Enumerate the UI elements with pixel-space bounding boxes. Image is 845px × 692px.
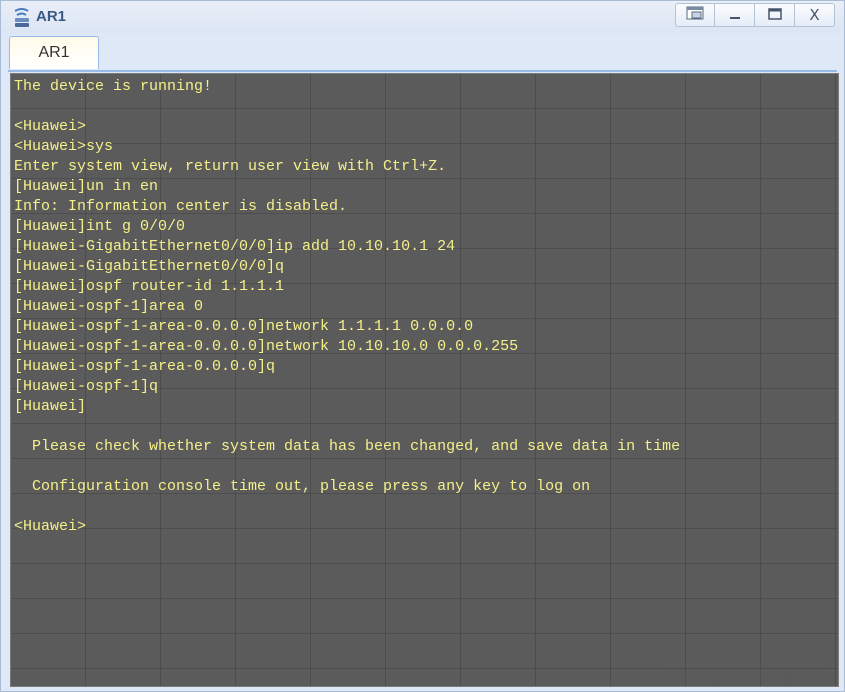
tab-ar1[interactable]: AR1 bbox=[9, 36, 99, 69]
title-bar[interactable]: AR1 X bbox=[1, 1, 844, 33]
terminal-line: [Huawei-GigabitEthernet0/0/0]q bbox=[14, 258, 285, 275]
terminal-line: [Huawei-ospf-1]area 0 bbox=[14, 298, 204, 315]
minimize-icon bbox=[729, 6, 741, 24]
restore-button[interactable] bbox=[675, 3, 715, 27]
terminal-line: Info: Information center is disabled. bbox=[14, 198, 348, 215]
terminal-line: [Huawei]ospf router-id 1.1.1.1 bbox=[14, 278, 285, 295]
terminal-line: Configuration console time out, please p… bbox=[14, 478, 591, 495]
terminal-output: The device is running! <Huawei> <Huawei>sy… bbox=[14, 77, 680, 537]
window-controls: X bbox=[675, 3, 835, 28]
maximize-button[interactable] bbox=[755, 3, 795, 27]
terminal-line: Enter system view, return user view with… bbox=[14, 158, 447, 175]
terminal-line: [Huawei]un in en bbox=[14, 178, 159, 195]
terminal-line: [Huawei-ospf-1-area-0.0.0.0]network 1.1.… bbox=[14, 318, 474, 335]
close-icon: X bbox=[809, 6, 820, 24]
watermark-text: CSDN @好多知识都想学 bbox=[668, 669, 825, 685]
terminal-line: <Huawei>sys bbox=[14, 138, 114, 155]
terminal-line: [Huawei-ospf-1]q bbox=[14, 378, 159, 395]
tab-label: AR1 bbox=[38, 44, 70, 61]
tab-strip: AR1 bbox=[8, 34, 837, 72]
terminal-console[interactable]: The device is running! <Huawei> <Huawei>sy… bbox=[10, 73, 839, 687]
maximize-icon bbox=[767, 6, 782, 24]
terminal-line: The device is running! bbox=[14, 78, 213, 95]
terminal-line: [Huawei]int g 0/0/0 bbox=[14, 218, 186, 235]
window-title: AR1 bbox=[36, 8, 67, 25]
terminal-line: [Huawei-GigabitEthernet0/0/0]ip add 10.1… bbox=[14, 238, 456, 255]
terminal-line: [Huawei-ospf-1-area-0.0.0.0]network 10.1… bbox=[14, 338, 519, 355]
restore-window-icon bbox=[686, 6, 704, 24]
router-app-icon bbox=[12, 7, 32, 29]
minimize-button[interactable] bbox=[715, 3, 755, 27]
terminal-line: [Huawei] bbox=[14, 398, 87, 415]
terminal-line: Please check whether system data has bee… bbox=[14, 438, 681, 455]
terminal-window: AR1 X AR1 The device is running! <Huawei… bbox=[0, 0, 845, 692]
terminal-line: <Huawei> bbox=[14, 518, 87, 535]
close-button[interactable]: X bbox=[795, 3, 835, 27]
terminal-line: [Huawei-ospf-1-area-0.0.0.0]q bbox=[14, 358, 276, 375]
terminal-line: <Huawei> bbox=[14, 118, 87, 135]
